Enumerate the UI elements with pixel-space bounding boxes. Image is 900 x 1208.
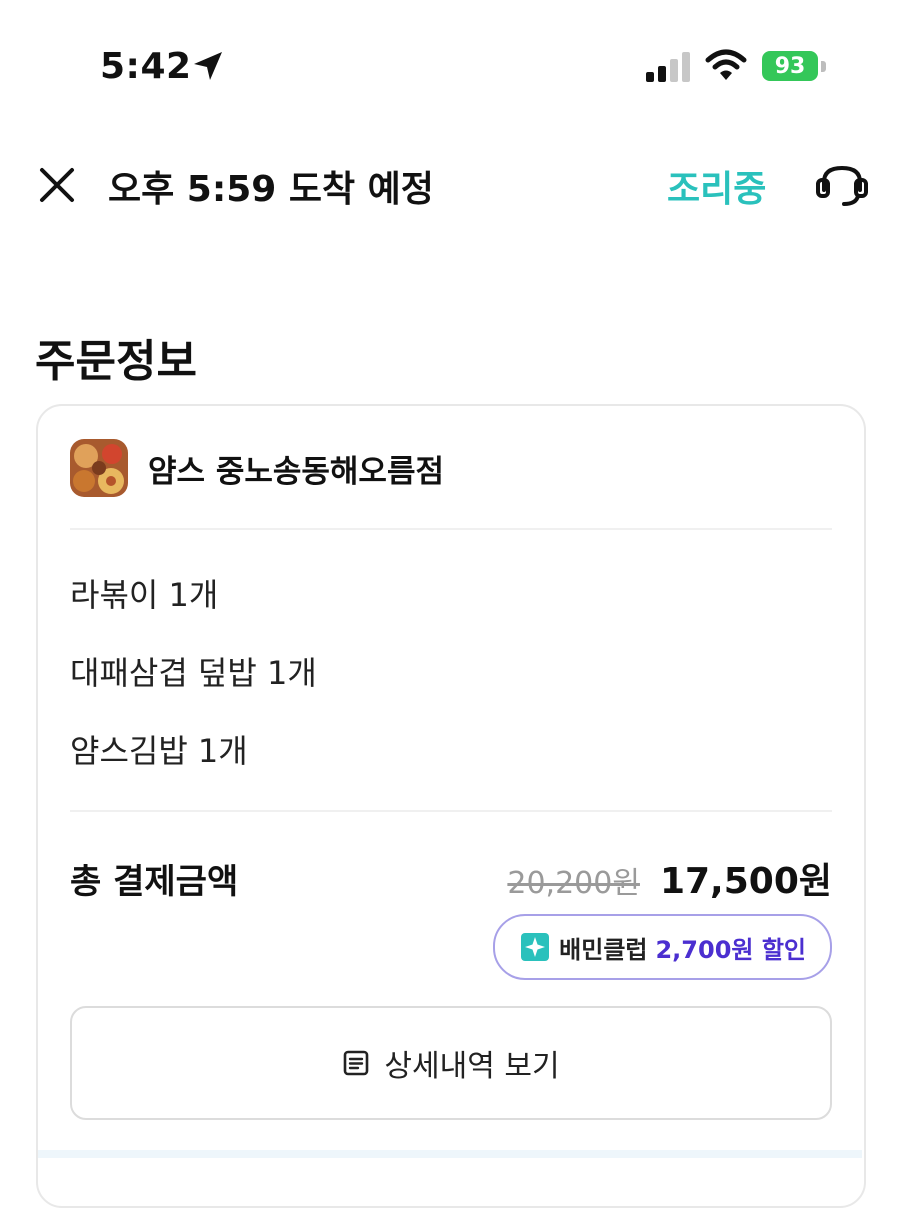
baemin-club-icon	[521, 933, 550, 961]
order-status-label: 조리중	[667, 169, 767, 210]
status-bar: 5:42 93	[0, 0, 900, 130]
menu-item: 얌스김밥 1개	[70, 732, 248, 770]
view-details-button[interactable]: 상세내역 보기	[70, 1006, 832, 1120]
arrival-time-title: 오후 5:59 도착 예정	[108, 169, 434, 210]
original-price: 20,200원	[507, 866, 640, 901]
cellular-signal-icon	[646, 52, 690, 82]
close-icon[interactable]	[36, 164, 78, 206]
divider	[70, 528, 832, 530]
store-row[interactable]: 얌스 중노송동해오름점	[70, 436, 830, 500]
next-section-edge	[38, 1150, 862, 1158]
baemin-club-badge: 배민클럽 2,700원 할인	[493, 914, 832, 980]
divider	[70, 810, 832, 812]
receipt-list-icon	[344, 1050, 369, 1076]
store-name: 얌스 중노송동해오름점	[148, 453, 444, 490]
view-details-label: 상세내역 보기	[384, 1049, 560, 1084]
menu-item: 대패삼겹 덮밥 1개	[70, 654, 317, 692]
order-info-card: 얌스 중노송동해오름점 라볶이 1개 대패삼겹 덮밥 1개 얌스김밥 1개 총 …	[36, 404, 866, 1208]
battery-level: 93	[774, 53, 806, 79]
final-price: 17,500원	[659, 861, 832, 902]
club-discount: 2,700원 할인	[655, 935, 806, 964]
battery-indicator: 93	[762, 51, 818, 81]
store-thumbnail	[70, 439, 128, 497]
battery-cap	[821, 61, 826, 72]
menu-item: 라볶이 1개	[70, 576, 219, 614]
order-info-title: 주문정보	[35, 336, 197, 387]
total-price-row: 20,200원 17,500원	[507, 852, 832, 904]
status-time: 5:42	[100, 46, 192, 87]
club-name: 배민클럽	[559, 935, 648, 964]
location-arrow-icon	[194, 52, 222, 80]
wifi-icon	[705, 49, 747, 80]
headset-icon[interactable]	[812, 160, 872, 210]
total-payment-label: 총 결제금액	[70, 862, 239, 902]
